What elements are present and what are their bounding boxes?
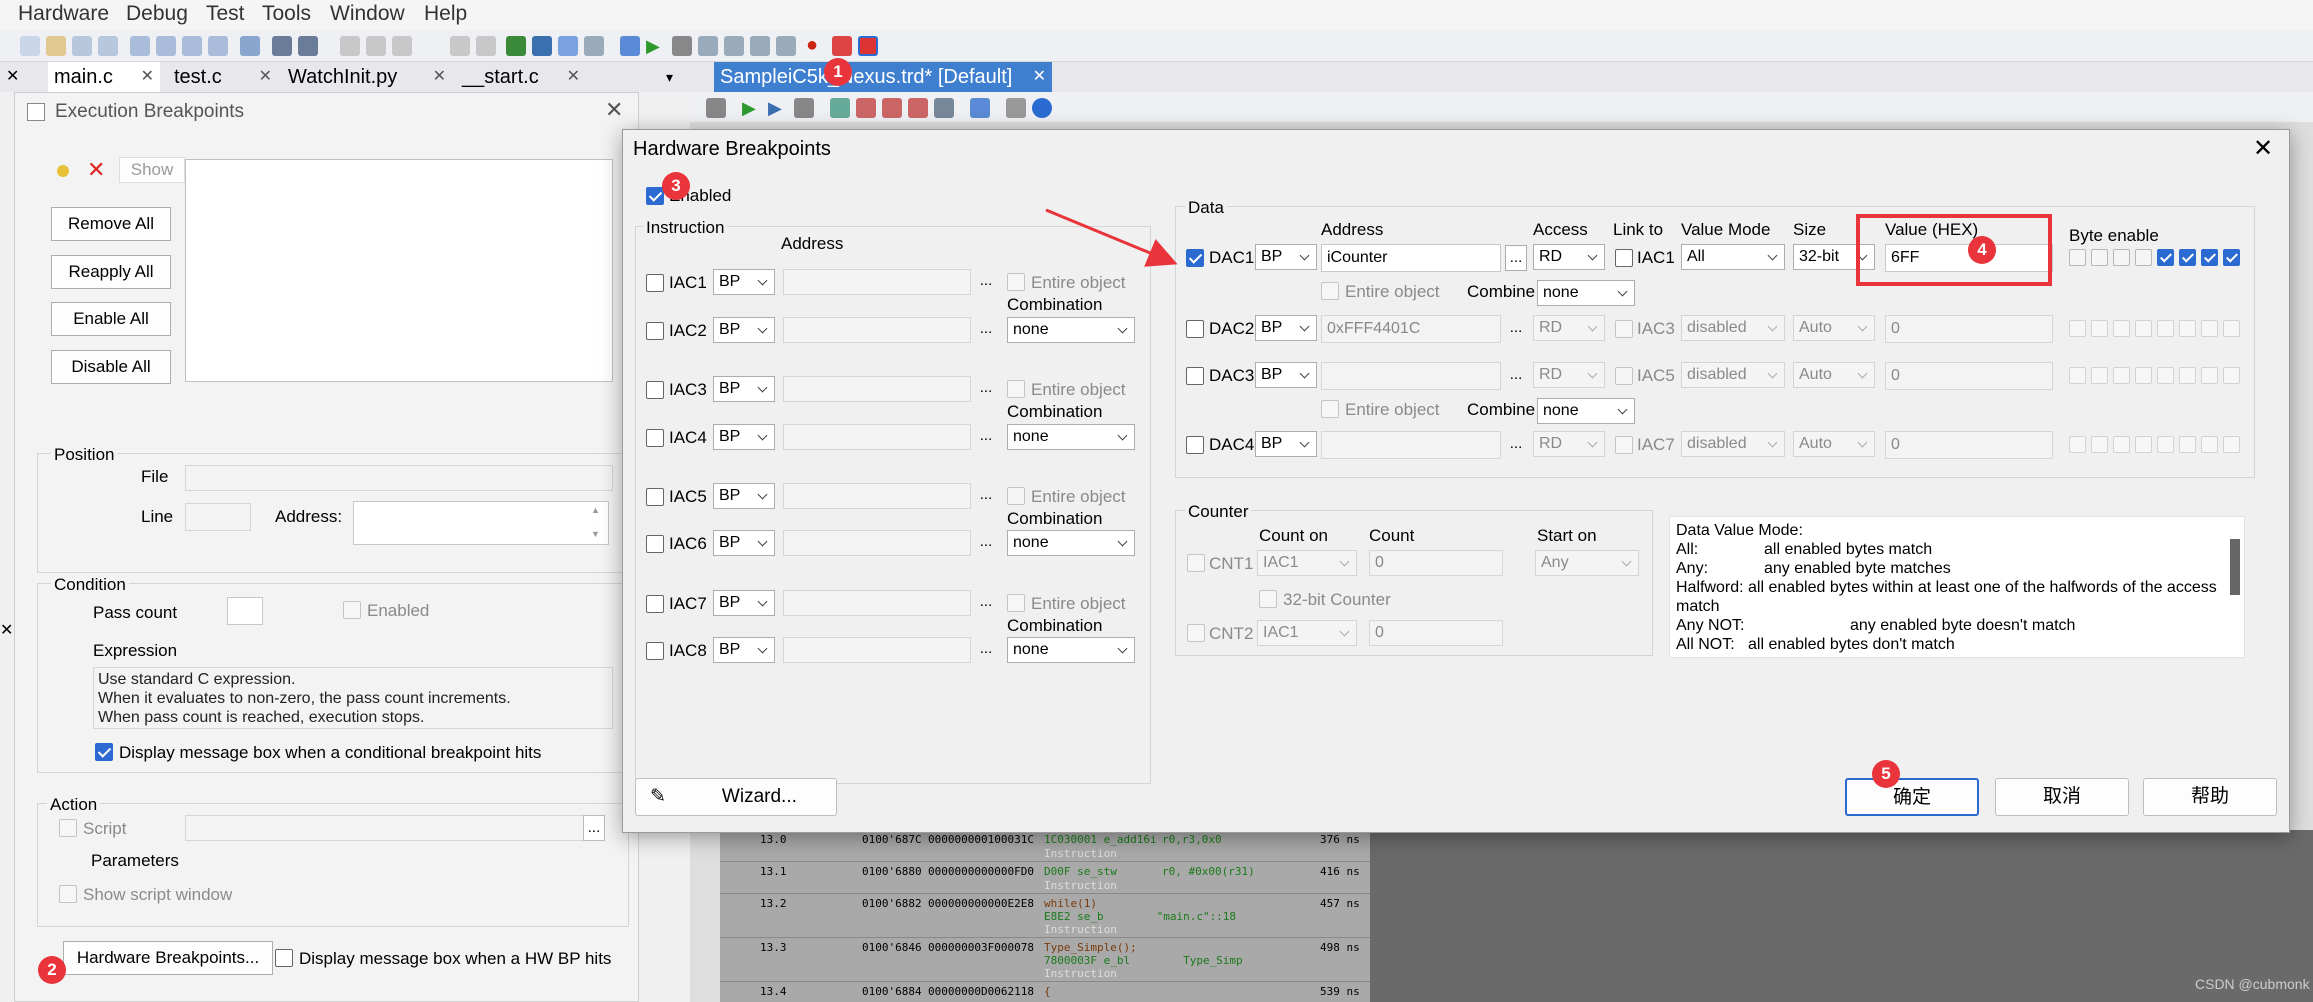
step-marker-1: 1 [824, 58, 852, 86]
value-highlight-box [1856, 214, 2052, 286]
step-marker-4: 4 [1968, 236, 1996, 264]
step-marker-5: 5 [1872, 760, 1900, 788]
annotation-arrow [1045, 208, 1178, 267]
annotation-overlay [1045, 208, 1178, 267]
step-marker-3: 3 [662, 172, 690, 200]
step-marker-2: 2 [38, 956, 66, 984]
